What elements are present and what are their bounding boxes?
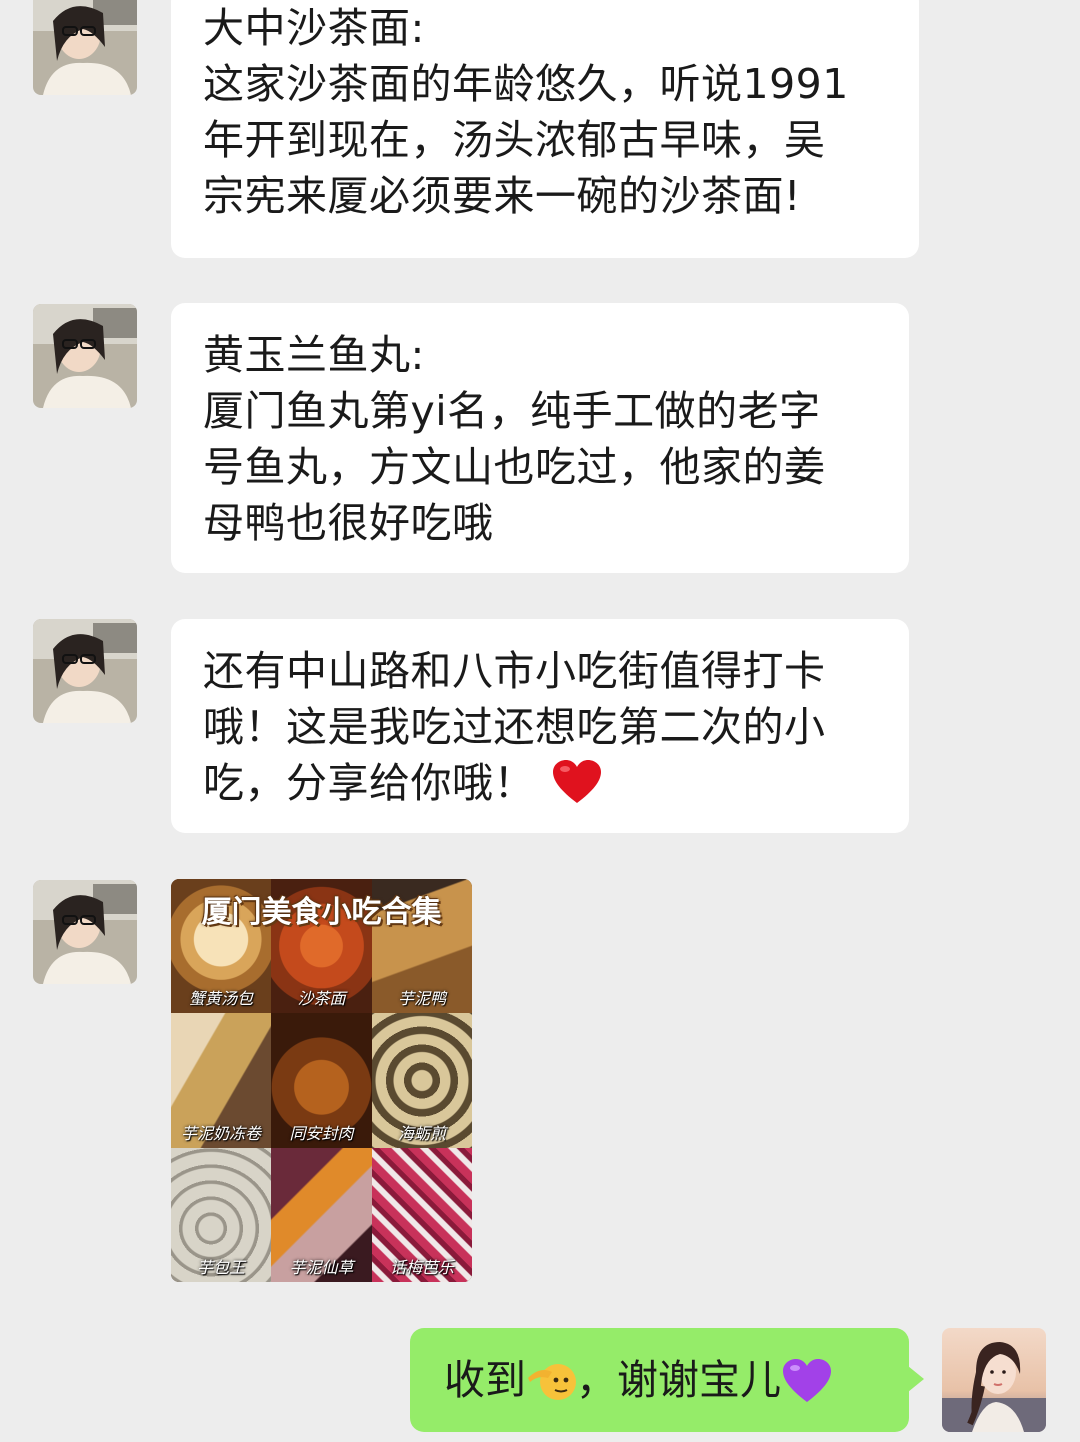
message-bubble[interactable]: 黄玉兰鱼丸: 厦门鱼丸第yi名，纯手工做的老字 号鱼丸，方文山也吃过，他家的姜 …: [171, 303, 909, 573]
message-line: 黄玉兰鱼丸:: [203, 331, 425, 379]
message-line: 厦门鱼丸第yi名，纯手工做的老字: [203, 387, 821, 435]
message-line: 这家沙茶面的年龄悠久，听说1991: [203, 60, 849, 108]
food-photo: 话梅芭乐: [372, 1148, 472, 1282]
food-collage: 蟹黄汤包 沙茶面 芋泥鸭 芋泥奶冻卷 同安封肉 海蛎煎 芋包王 芋泥仙草 话梅芭…: [171, 879, 472, 1282]
contact-avatar[interactable]: [33, 880, 137, 984]
message-line-with-emoji: 吃，分享给你哦！: [203, 755, 879, 819]
food-label: 芋泥奶冻卷: [180, 1124, 261, 1143]
message-line: 母鸭也很好吃哦: [203, 499, 494, 547]
food-label: 芋泥仙草: [289, 1258, 354, 1277]
message-line: 还有中山路和八市小吃街值得打卡: [203, 647, 826, 695]
food-label: 芋包王: [196, 1258, 245, 1277]
food-label: 蟹黄汤包: [188, 989, 253, 1008]
food-photo: 芋泥奶冻卷: [171, 1013, 271, 1148]
message-text-start: 收到: [444, 1356, 526, 1404]
contact-avatar[interactable]: [33, 304, 137, 408]
outgoing-message-bubble[interactable]: 收到 ，谢谢宝儿: [410, 1328, 924, 1432]
food-photo: 海蛎煎: [372, 1013, 472, 1148]
food-label: 芋泥鸭: [397, 989, 446, 1008]
food-photo: 芋泥仙草: [271, 1148, 372, 1282]
message-line: 号鱼丸，方文山也吃过，他家的姜: [203, 443, 826, 491]
message-bubble[interactable]: 大中沙茶面: 这家沙茶面的年龄悠久，听说1991 年开到现在，汤头浓郁古早味，吴…: [171, 0, 919, 258]
message-line: 吃，分享给你哦！: [203, 759, 535, 807]
food-label: 沙茶面: [297, 989, 346, 1008]
food-photo: 同安封肉: [271, 1013, 372, 1148]
my-avatar[interactable]: [942, 1328, 1046, 1432]
food-label: 同安封肉: [289, 1124, 354, 1143]
image-title: 厦门美食小吃合集: [201, 895, 442, 930]
contact-avatar[interactable]: [33, 0, 137, 95]
message-line: 年开到现在，汤头浓郁古早味，吴: [203, 116, 826, 164]
message-line: 宗宪来厦必须要来一碗的沙茶面!: [203, 172, 801, 220]
image-message[interactable]: 蟹黄汤包 沙茶面 芋泥鸭 芋泥奶冻卷 同安封肉 海蛎煎 芋包王 芋泥仙草 话梅芭…: [171, 879, 472, 1282]
red-heart-icon: [551, 759, 603, 819]
food-label: 话梅芭乐: [389, 1258, 454, 1277]
message-line: 大中沙茶面:: [203, 4, 425, 52]
message-line: 哦！这是我吃过还想吃第二次的小: [203, 703, 826, 751]
saluting-face-icon: [526, 1338, 576, 1442]
message-bubble[interactable]: 还有中山路和八市小吃街值得打卡 哦！这是我吃过还想吃第二次的小 吃，分享给你哦！: [171, 619, 909, 833]
food-photo: 芋包王: [171, 1148, 271, 1282]
message-text-end: ，谢谢宝儿: [576, 1356, 781, 1404]
purple-heart-icon: [781, 1338, 833, 1442]
contact-avatar[interactable]: [33, 619, 137, 723]
food-label: 海蛎煎: [397, 1124, 446, 1143]
